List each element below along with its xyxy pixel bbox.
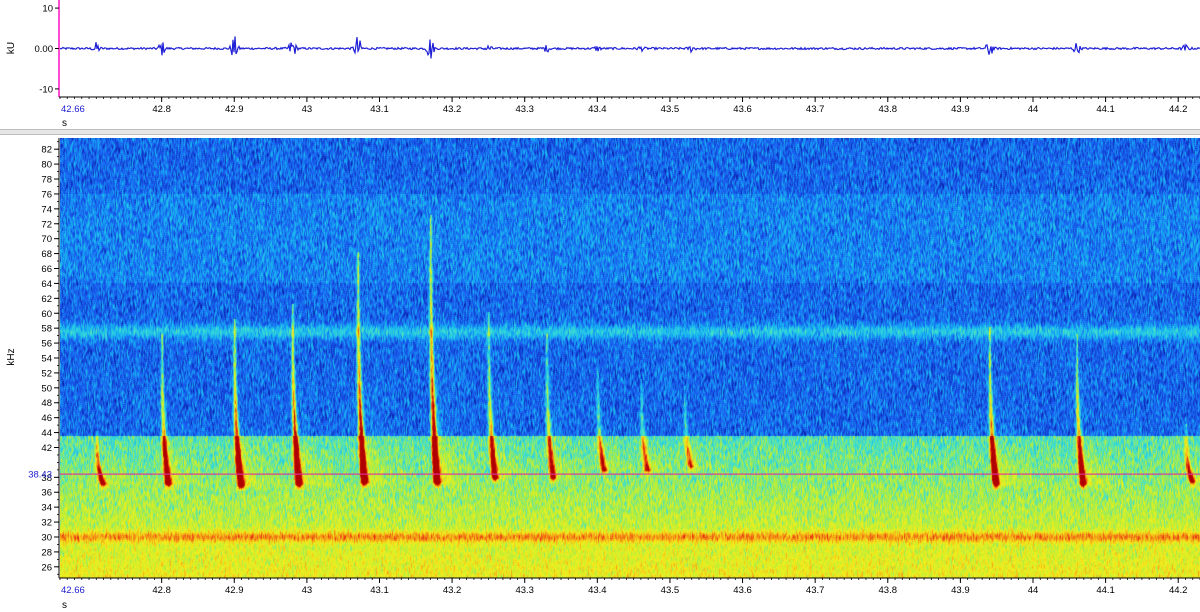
cursor-frequency-label: 38.43: [28, 470, 52, 481]
spectrogram-x-tick-label: 43.6: [733, 585, 752, 596]
spectrogram-y-tick-label: 74: [41, 204, 52, 215]
spectrogram-x-tick-label: 43.1: [370, 585, 389, 596]
spectrogram-y-tick-label: 28: [41, 547, 52, 558]
spectrogram-x-tick-label: 42.8: [152, 585, 171, 596]
spectrogram-y-tick-label: 44: [41, 428, 52, 439]
spectrogram-x-tick-label: 43.5: [661, 585, 680, 596]
spectrogram-x-tick-label: 43.9: [951, 585, 970, 596]
spectrogram-x-tick-label: 44: [1028, 585, 1039, 596]
audio-analysis-window: 10 0.00 -10 kU 42.8 42.9 43 43.1 43.2 43.3 43.4 43.…: [0, 0, 1200, 612]
spectrogram-x-tick-label: 43.2: [443, 585, 462, 596]
spectrogram-y-tick-label: 78: [41, 175, 52, 186]
spectrogram-y-tick-label: 70: [41, 234, 52, 245]
spectrogram-y-tick-label: 48: [41, 398, 52, 409]
spectrogram-y-tick-label: 68: [41, 249, 52, 260]
spectrogram-x-tick-label: 44.2: [1169, 585, 1188, 596]
spectrogram-y-tick-label: 42: [41, 443, 52, 454]
spectrogram-x-start-label: 42.66: [61, 585, 85, 596]
spectrogram-y-tick-label: 80: [41, 160, 52, 171]
spectrogram-y-tick-label: 58: [41, 324, 52, 335]
spectrogram-x-tick-label: 43.4: [588, 585, 607, 596]
spectrogram-y-tick-label: 76: [41, 189, 52, 200]
spectrogram-panel: 2628303234363842444648505254565860626466…: [6, 138, 1200, 611]
spectrogram-y-tick-label: 60: [41, 309, 52, 320]
spectrogram-x-tick-label: 43.7: [806, 585, 825, 596]
spectrogram-y-tick-label: 54: [41, 354, 52, 365]
spectrogram-x-tick-label: 43.8: [879, 585, 898, 596]
spectrogram-y-tick-label: 52: [41, 368, 52, 379]
spectrogram-y-tick-label: 66: [41, 264, 52, 275]
spectrogram-y-tick-label: 56: [41, 339, 52, 350]
spectrogram-y-tick-label: 50: [41, 383, 52, 394]
spectrogram-y-tick-label: 72: [41, 219, 52, 230]
spectrogram-y-tick-label: 62: [41, 294, 52, 305]
spectrogram-x-axis-label: s: [62, 600, 67, 611]
spectrogram-y-tick-label: 36: [41, 488, 52, 499]
spectrogram-x-tick-label: 42.9: [225, 585, 244, 596]
spectrogram-y-tick-label: 34: [41, 503, 52, 514]
spectrogram-x-tick-label: 44.1: [1096, 585, 1115, 596]
spectrogram-y-tick-label: 82: [41, 145, 52, 156]
spectrogram-y-tick-label: 46: [41, 413, 52, 424]
spectrogram-y-axis-label: kHz: [6, 348, 17, 365]
spectrogram-y-tick-label: 32: [41, 518, 52, 529]
spectrogram-y-tick-label: 64: [41, 279, 52, 290]
spectrogram-y-tick-label: 30: [41, 532, 52, 543]
spectrogram-x-tick-label: 43: [302, 585, 313, 596]
spectrogram-y-tick-label: 26: [41, 562, 52, 573]
spectrogram-x-tick-label: 43.3: [515, 585, 534, 596]
